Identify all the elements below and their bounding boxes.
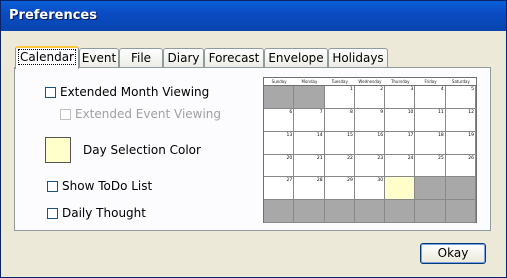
okay-button[interactable]: Okay bbox=[420, 243, 486, 264]
calendar-day-cell: 15 bbox=[324, 131, 355, 155]
calendar-day-cell bbox=[415, 177, 446, 201]
day-selection-color-label: Day Selection Color bbox=[83, 143, 201, 157]
calendar-day-cell: 17 bbox=[385, 131, 416, 155]
calendar-preview: Sunday Monday Tuesday Wednesday Thursday Frid… bbox=[263, 77, 477, 223]
calendar-day-cell: 23 bbox=[354, 154, 386, 178]
daily-thought-label: Daily Thought bbox=[62, 206, 146, 220]
calendar-day-cell bbox=[294, 200, 325, 223]
daily-thought-checkbox[interactable]: Daily Thought bbox=[47, 206, 146, 220]
checkbox-box[interactable] bbox=[45, 86, 56, 98]
calendar-day-cell: 18 bbox=[415, 131, 446, 155]
show-todo-checkbox[interactable]: Show ToDo List bbox=[47, 179, 152, 193]
calendar-day-cell: 19 bbox=[445, 131, 476, 155]
calendar-day-cell: 28 bbox=[294, 177, 325, 201]
tab-forecast[interactable]: Forecast bbox=[204, 48, 264, 68]
preferences-window: Preferences Calendar Event File Diary Fo… bbox=[0, 0, 507, 278]
calendar-day-cell bbox=[354, 200, 386, 223]
calendar-day-cell bbox=[445, 177, 476, 201]
calendar-day-cell: 12 bbox=[445, 108, 476, 132]
extended-month-label: Extended Month Viewing bbox=[60, 85, 210, 99]
calendar-day-cell bbox=[324, 200, 355, 223]
calendar-day-cell: 6 bbox=[264, 108, 295, 132]
tab-file[interactable]: File bbox=[119, 48, 163, 68]
calendar-day-cell bbox=[294, 86, 325, 109]
calendar-day-cell: 14 bbox=[294, 131, 325, 155]
calendar-day-cell bbox=[385, 200, 416, 223]
weekday-label: Friday bbox=[424, 79, 437, 84]
calendar-day-cell bbox=[264, 200, 295, 223]
calendar-day-cell: 24 bbox=[385, 154, 416, 178]
tab-event[interactable]: Event bbox=[79, 48, 119, 68]
calendar-day-cell: 9 bbox=[354, 108, 386, 132]
tab-envelope[interactable]: Envelope bbox=[264, 48, 328, 68]
extended-event-checkbox: Extended Event Viewing bbox=[60, 107, 221, 121]
checkbox-box[interactable] bbox=[47, 207, 58, 219]
calendar-day-cell: 26 bbox=[445, 154, 476, 178]
calendar-day-cell: 1 bbox=[324, 86, 355, 109]
checkbox-box bbox=[60, 108, 71, 120]
calendar-day-cell: 5 bbox=[445, 86, 476, 109]
calendar-day-cell: 25 bbox=[415, 154, 446, 178]
calendar-day-cell: 7 bbox=[294, 108, 325, 132]
weekday-label: Thursday bbox=[390, 79, 410, 84]
title-bar[interactable]: Preferences bbox=[1, 1, 506, 31]
weekday-label: Saturday bbox=[451, 79, 470, 84]
calendar-day-cell: 22 bbox=[324, 154, 355, 178]
weekday-label: Tuesday bbox=[331, 79, 348, 84]
calendar-day-cell: 29 bbox=[324, 177, 355, 201]
tab-holidays[interactable]: Holidays bbox=[328, 48, 388, 68]
calendar-day-cell: 3 bbox=[385, 86, 416, 109]
calendar-day-cell: 27 bbox=[264, 177, 295, 201]
calendar-day-cell bbox=[415, 200, 446, 223]
calendar-day-cell bbox=[385, 177, 416, 201]
calendar-day-cell: 8 bbox=[324, 108, 355, 132]
calendar-day-cell: 10 bbox=[385, 108, 416, 132]
calendar-day-cell: 21 bbox=[294, 154, 325, 178]
calendar-day-cell: 4 bbox=[415, 86, 446, 109]
extended-month-checkbox[interactable]: Extended Month Viewing bbox=[45, 85, 209, 99]
calendar-weekday-header: Sunday Monday Tuesday Wednesday Thursday Frid… bbox=[264, 78, 476, 85]
calendar-day-cell: 16 bbox=[354, 131, 386, 155]
tab-calendar[interactable]: Calendar bbox=[15, 46, 79, 69]
calendar-day-cell bbox=[264, 86, 295, 109]
calendar-day-cell: 2 bbox=[354, 86, 386, 109]
calendar-day-cell: 30 bbox=[354, 177, 386, 201]
show-todo-label: Show ToDo List bbox=[62, 179, 153, 193]
tab-diary[interactable]: Diary bbox=[163, 48, 204, 68]
calendar-grid: 1 2 3 4 5 6 7 8 9 10 11 12 13 14 15 16 17 18 19 20 21 22 23 24 2… bbox=[264, 85, 476, 223]
extended-event-label: Extended Event Viewing bbox=[75, 107, 222, 121]
weekday-label: Wednesday bbox=[358, 79, 382, 84]
day-selection-color-swatch[interactable] bbox=[45, 137, 71, 163]
weekday-label: Sunday bbox=[271, 79, 287, 84]
calendar-day-cell: 11 bbox=[415, 108, 446, 132]
calendar-day-cell: 20 bbox=[264, 154, 295, 178]
window-title: Preferences bbox=[9, 8, 97, 23]
calendar-day-cell: 13 bbox=[264, 131, 295, 155]
weekday-label: Monday bbox=[301, 79, 318, 84]
checkbox-box[interactable] bbox=[47, 180, 58, 192]
calendar-day-cell bbox=[445, 200, 476, 223]
